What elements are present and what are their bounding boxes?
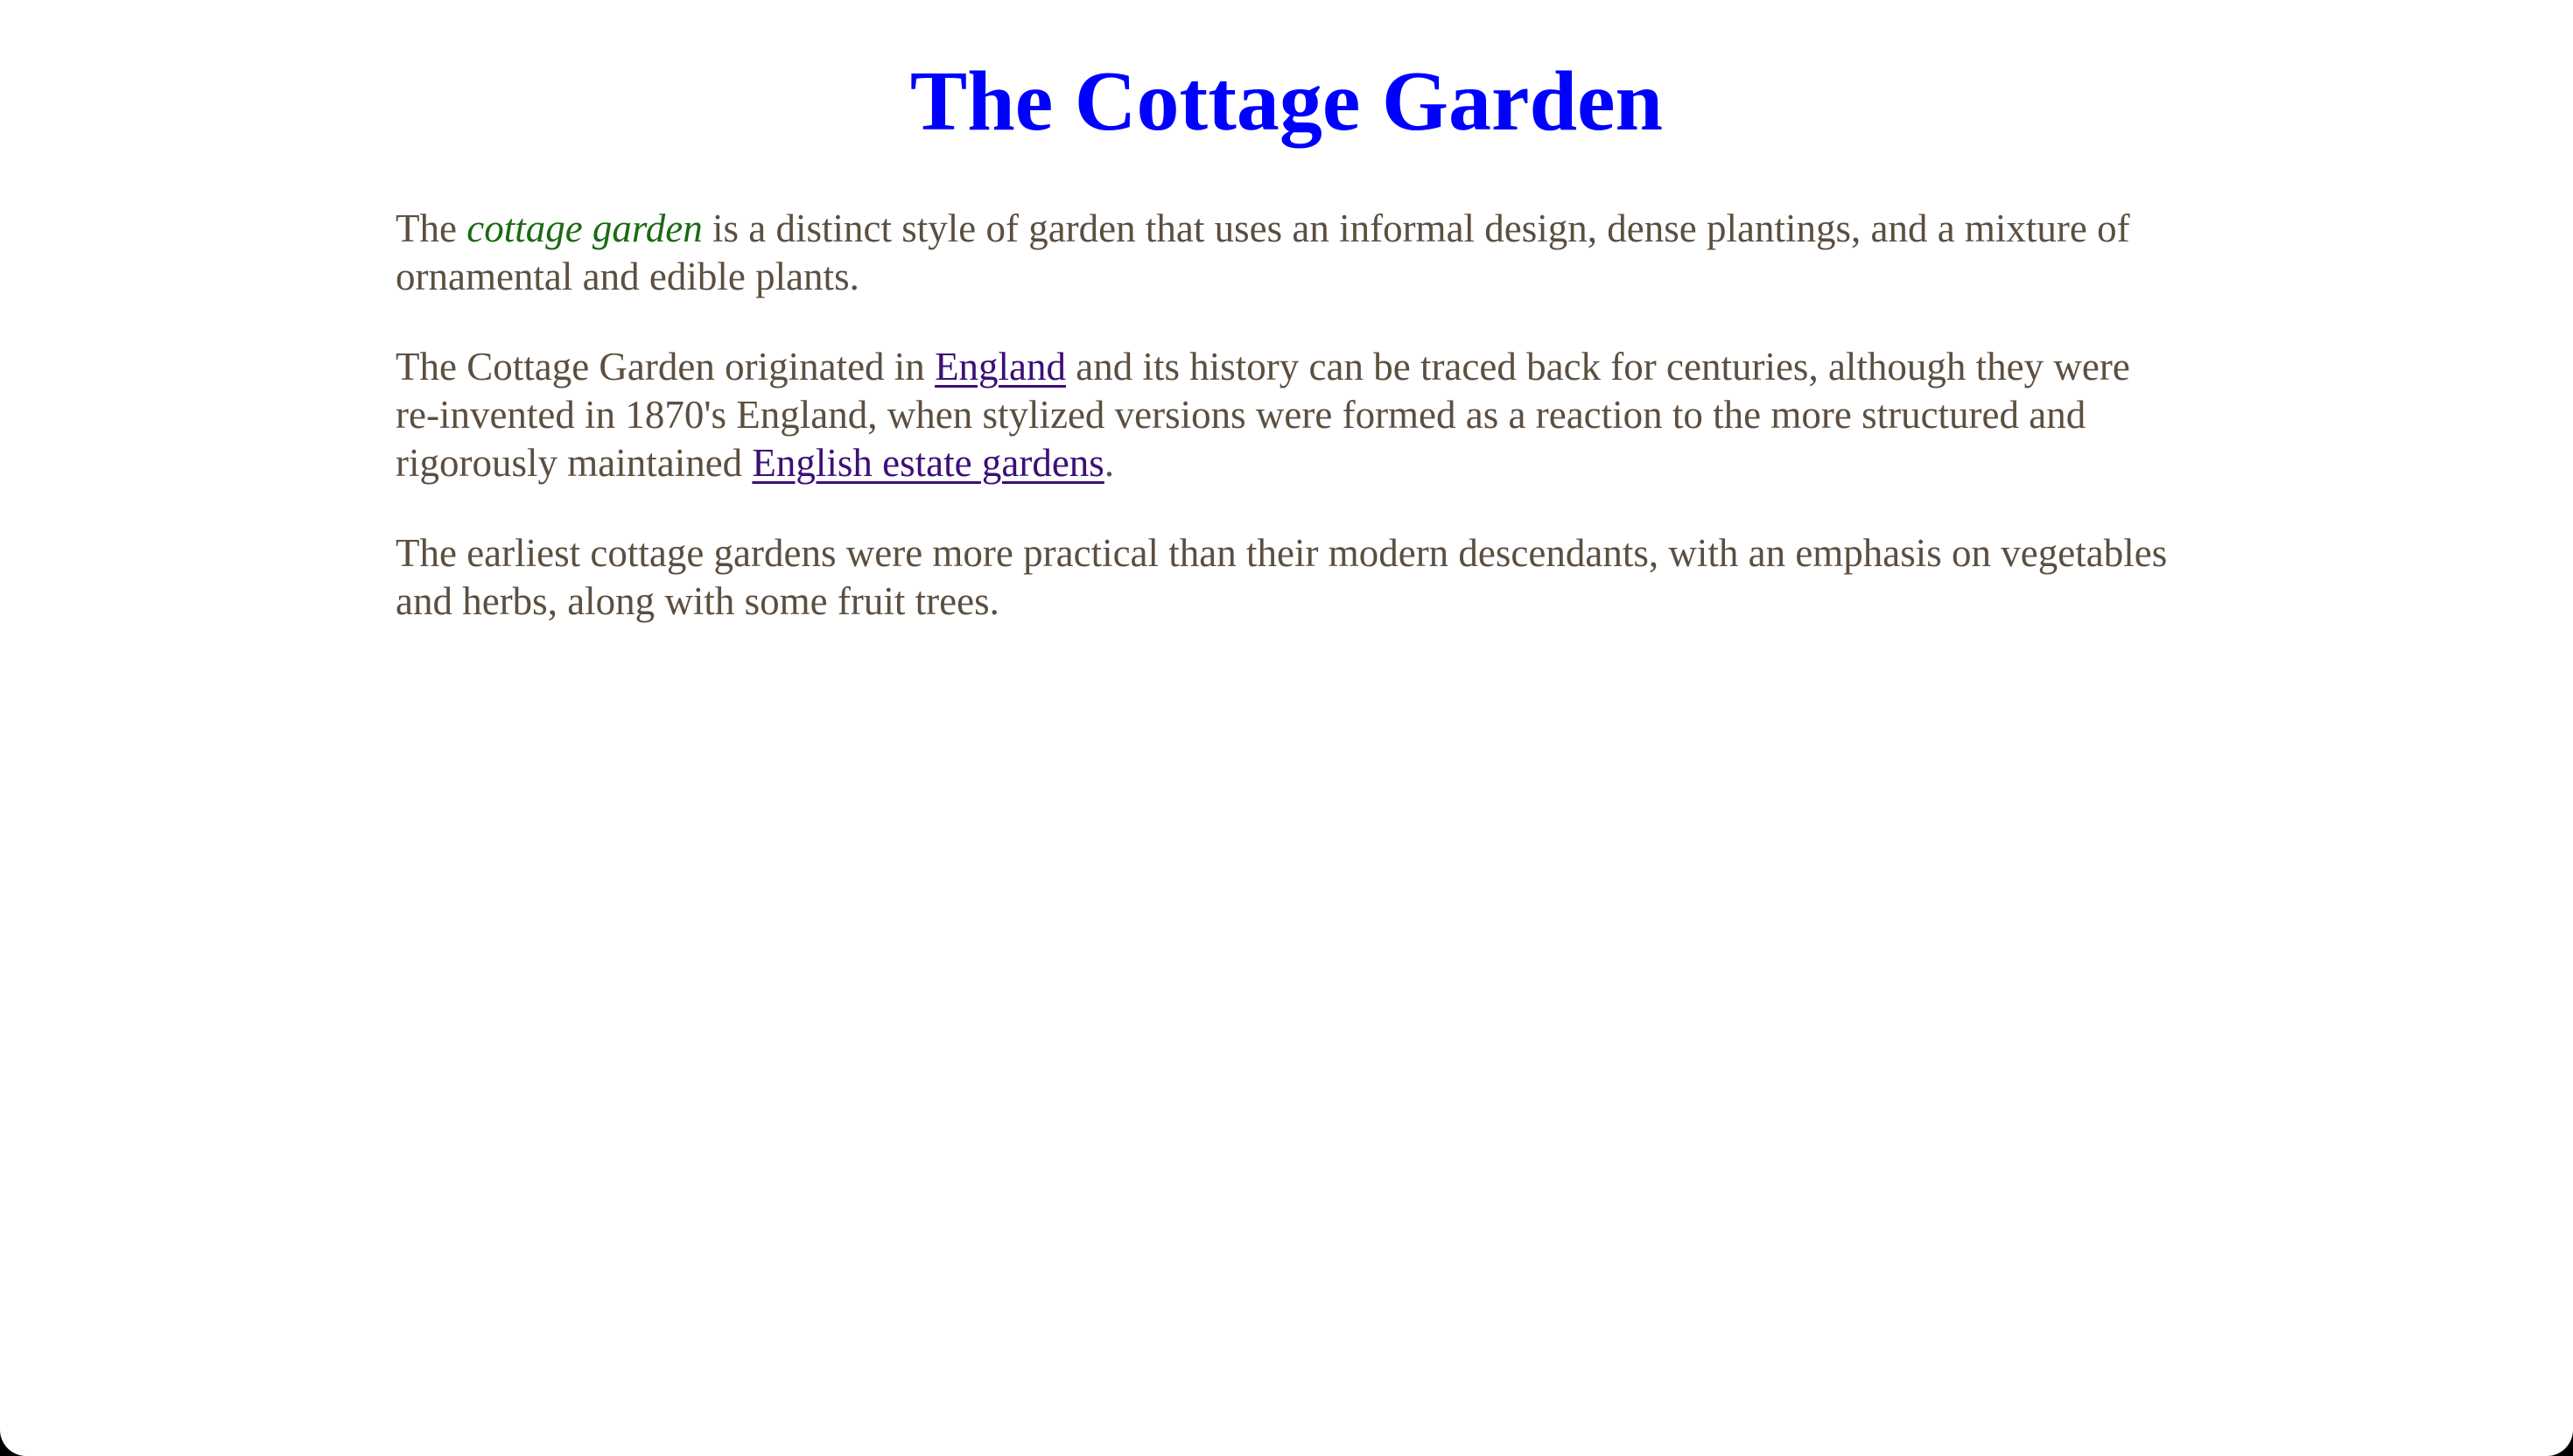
emphasis-cottage-garden: cottage garden (466, 206, 703, 250)
paragraph-text: . (1104, 441, 1115, 485)
article-content: The cottage garden is a distinct style o… (396, 205, 2181, 668)
english-estate-gardens-link[interactable]: English estate gardens (752, 441, 1104, 485)
earliest-gardens-paragraph: The earliest cottage gardens were more p… (396, 531, 2168, 623)
page-title: The Cottage Garden (909, 54, 1664, 149)
england-link[interactable]: England (935, 345, 1066, 388)
history-paragraph: The Cottage Garden originated in England… (396, 343, 2181, 487)
paragraph-text: The Cottage Garden originated in (396, 345, 936, 388)
paragraph-text: The (396, 206, 467, 250)
intro-paragraph: The cottage garden is a distinct style o… (396, 205, 2181, 301)
page: The Cottage Garden The cottage garden is… (0, 0, 2573, 1456)
